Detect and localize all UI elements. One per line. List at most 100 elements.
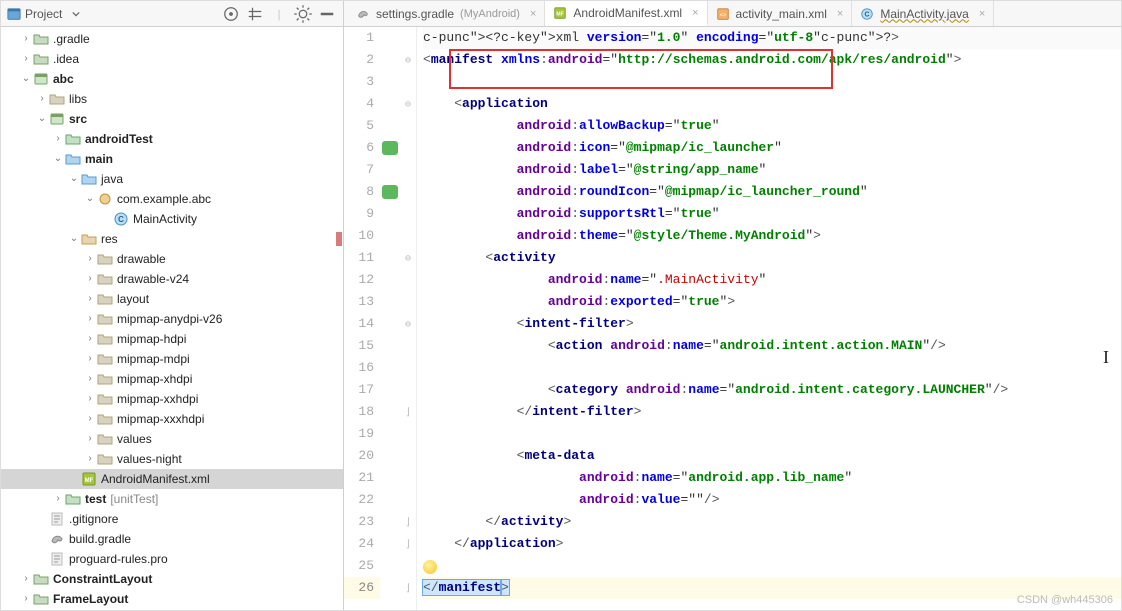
tree-twisty[interactable]: ›: [19, 569, 33, 589]
line-number[interactable]: 25: [344, 555, 380, 577]
code-line[interactable]: android:allowBackup="true": [423, 115, 1121, 137]
code-line[interactable]: android:value=""/>: [423, 489, 1121, 511]
code-line[interactable]: <intent-filter>: [423, 313, 1121, 335]
line-number[interactable]: 4: [344, 93, 380, 115]
tree-item[interactable]: ›mipmap-xhdpi: [1, 369, 343, 389]
tree-item[interactable]: ›mipmap-mdpi: [1, 349, 343, 369]
tree-twisty[interactable]: ›: [83, 409, 97, 429]
code-line[interactable]: [423, 423, 1121, 445]
tree-item[interactable]: ›FrameLayout: [1, 589, 343, 609]
code-line[interactable]: </activity>: [423, 511, 1121, 533]
tree-item[interactable]: ⌄res: [1, 229, 343, 249]
line-number[interactable]: 22: [344, 489, 380, 511]
code-line[interactable]: [423, 555, 1121, 577]
fold-column[interactable]: ⊖⊖⊖⊖⌋⌋⌋⌋: [400, 27, 416, 610]
code-line[interactable]: c-punc"><?c-key">xml version="1.0" encod…: [423, 27, 1121, 49]
code-line[interactable]: </application>: [423, 533, 1121, 555]
fold-handle[interactable]: [400, 27, 416, 49]
code-line[interactable]: android:theme="@style/Theme.MyAndroid">: [423, 225, 1121, 247]
tree-twisty[interactable]: ⌄: [67, 169, 81, 189]
fold-handle[interactable]: [400, 203, 416, 225]
editor-tab[interactable]: <>activity_main.xml×: [708, 1, 853, 26]
tree-item[interactable]: build.gradle: [1, 529, 343, 549]
code-line[interactable]: android:exported="true">: [423, 291, 1121, 313]
tree-twisty[interactable]: ›: [83, 429, 97, 449]
code-line[interactable]: android:name=".MainActivity": [423, 269, 1121, 291]
line-number[interactable]: 10: [344, 225, 380, 247]
tree-item[interactable]: ›libs: [1, 89, 343, 109]
code-line[interactable]: android:roundIcon="@mipmap/ic_launcher_r…: [423, 181, 1121, 203]
line-number[interactable]: 8: [344, 181, 380, 203]
line-number[interactable]: 6: [344, 137, 380, 159]
tree-item[interactable]: ›.gradle: [1, 29, 343, 49]
expand-all-icon[interactable]: [245, 4, 265, 24]
close-icon[interactable]: ×: [530, 8, 536, 20]
tree-item[interactable]: ›mipmap-xxhdpi: [1, 389, 343, 409]
project-tree[interactable]: ›.gradle›.idea⌄abc›libs⌄src›androidTest⌄…: [1, 27, 343, 610]
close-icon[interactable]: ×: [979, 8, 985, 20]
tree-item[interactable]: ›values-night: [1, 449, 343, 469]
tree-item[interactable]: ›mipmap-xxxhdpi: [1, 409, 343, 429]
line-number[interactable]: 16: [344, 357, 380, 379]
tree-twisty[interactable]: ›: [19, 29, 33, 49]
tree-item[interactable]: ⌄java: [1, 169, 343, 189]
tree-item[interactable]: ›ConstraintLayout: [1, 569, 343, 589]
tree-item[interactable]: ⌄main: [1, 149, 343, 169]
code-line[interactable]: <category android:name="android.intent.c…: [423, 379, 1121, 401]
line-number[interactable]: 18: [344, 401, 380, 423]
code-line[interactable]: [423, 357, 1121, 379]
tree-twisty[interactable]: ›: [83, 349, 97, 369]
code-line[interactable]: android:label="@string/app_name": [423, 159, 1121, 181]
tree-item[interactable]: ›values: [1, 429, 343, 449]
fold-handle[interactable]: [400, 379, 416, 401]
fold-handle[interactable]: [400, 181, 416, 203]
close-icon[interactable]: ×: [837, 8, 843, 20]
tree-item[interactable]: ›.idea: [1, 49, 343, 69]
select-opened-file-icon[interactable]: [221, 4, 241, 24]
code-lines[interactable]: c-punc"><?c-key">xml version="1.0" encod…: [417, 27, 1121, 599]
line-number[interactable]: 14: [344, 313, 380, 335]
tree-twisty[interactable]: ›: [83, 369, 97, 389]
line-number[interactable]: 21: [344, 467, 380, 489]
fold-handle[interactable]: [400, 555, 416, 577]
fold-handle[interactable]: [400, 335, 416, 357]
fold-handle[interactable]: ⌋: [400, 401, 416, 423]
tree-item[interactable]: ›drawable: [1, 249, 343, 269]
line-number[interactable]: 19: [344, 423, 380, 445]
editor-tab[interactable]: MFAndroidManifest.xml×: [545, 1, 707, 26]
code-line[interactable]: <application: [423, 93, 1121, 115]
fold-handle[interactable]: [400, 137, 416, 159]
line-number[interactable]: 5: [344, 115, 380, 137]
tree-item[interactable]: proguard-rules.pro: [1, 549, 343, 569]
fold-handle[interactable]: ⌋: [400, 511, 416, 533]
line-number[interactable]: 24: [344, 533, 380, 555]
line-number[interactable]: 26: [344, 577, 380, 599]
tree-twisty[interactable]: ›: [83, 329, 97, 349]
fold-handle[interactable]: ⊖: [400, 93, 416, 115]
fold-handle[interactable]: [400, 467, 416, 489]
tree-twisty[interactable]: ⌄: [67, 229, 81, 249]
hide-panel-icon[interactable]: [317, 4, 337, 24]
tree-twisty[interactable]: ›: [19, 49, 33, 69]
fold-handle[interactable]: [400, 445, 416, 467]
line-number[interactable]: 3: [344, 71, 380, 93]
code-line[interactable]: <activity: [423, 247, 1121, 269]
tree-twisty[interactable]: ›: [83, 289, 97, 309]
project-view-dropdown[interactable]: [66, 4, 86, 24]
fold-handle[interactable]: [400, 269, 416, 291]
tree-item[interactable]: ›mipmap-hdpi: [1, 329, 343, 349]
fold-handle[interactable]: [400, 71, 416, 93]
line-number[interactable]: 17: [344, 379, 380, 401]
fold-handle[interactable]: ⊖: [400, 313, 416, 335]
line-number[interactable]: 23: [344, 511, 380, 533]
tree-item[interactable]: CMainActivity: [1, 209, 343, 229]
line-number[interactable]: 2: [344, 49, 380, 71]
line-number[interactable]: 12: [344, 269, 380, 291]
tree-twisty[interactable]: ›: [83, 309, 97, 329]
tree-item[interactable]: ›test[unitTest]: [1, 489, 343, 509]
fold-handle[interactable]: ⊖: [400, 247, 416, 269]
tree-item[interactable]: ›mipmap-anydpi-v26: [1, 309, 343, 329]
code-line[interactable]: android:name="android.app.lib_name": [423, 467, 1121, 489]
fold-handle[interactable]: [400, 159, 416, 181]
tree-item[interactable]: ⌄abc: [1, 69, 343, 89]
